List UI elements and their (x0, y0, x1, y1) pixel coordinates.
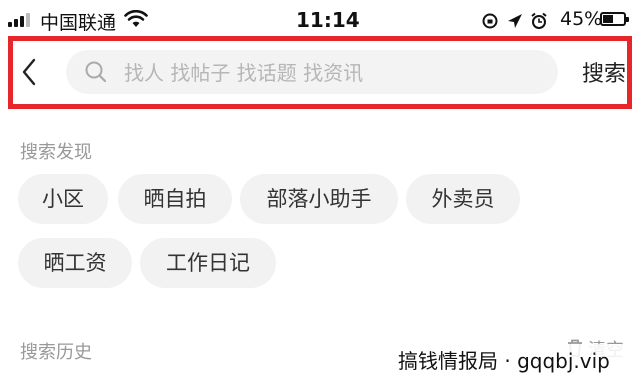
tag-delivery-worker[interactable]: 外卖员 (406, 174, 520, 224)
signal-icon (8, 13, 32, 27)
history-title: 搜索历史 (20, 342, 92, 363)
orientation-lock-icon (482, 13, 498, 29)
search-icon (85, 61, 107, 83)
search-button[interactable]: 搜索 (582, 56, 626, 88)
system-icons (482, 12, 547, 29)
discover-title: 搜索发现 (20, 142, 92, 163)
status-bar: 中国联通 11:14 45% (0, 0, 640, 40)
carrier-name: 中国联通 (40, 12, 117, 34)
tag-salary[interactable]: 晒工资 (18, 238, 132, 288)
battery-icon (600, 12, 629, 26)
location-icon (508, 14, 522, 28)
search-input[interactable] (122, 50, 546, 96)
wifi-icon (124, 10, 148, 27)
back-button[interactable] (16, 52, 44, 92)
tag-tribe-assistant[interactable]: 部落小助手 (240, 174, 398, 224)
search-box[interactable] (66, 50, 558, 96)
watermark: 搞钱情报局 · gqqbj.vip (392, 344, 640, 378)
battery-percent: 45% (560, 8, 603, 30)
tag-work-diary[interactable]: 工作日记 (140, 238, 276, 288)
chevron-left-icon (22, 58, 36, 86)
clock-time: 11:14 (296, 8, 360, 32)
tag-xiaoqu[interactable]: 小区 (18, 174, 108, 224)
alarm-icon (531, 12, 547, 29)
tag-selfie[interactable]: 晒自拍 (118, 174, 232, 224)
